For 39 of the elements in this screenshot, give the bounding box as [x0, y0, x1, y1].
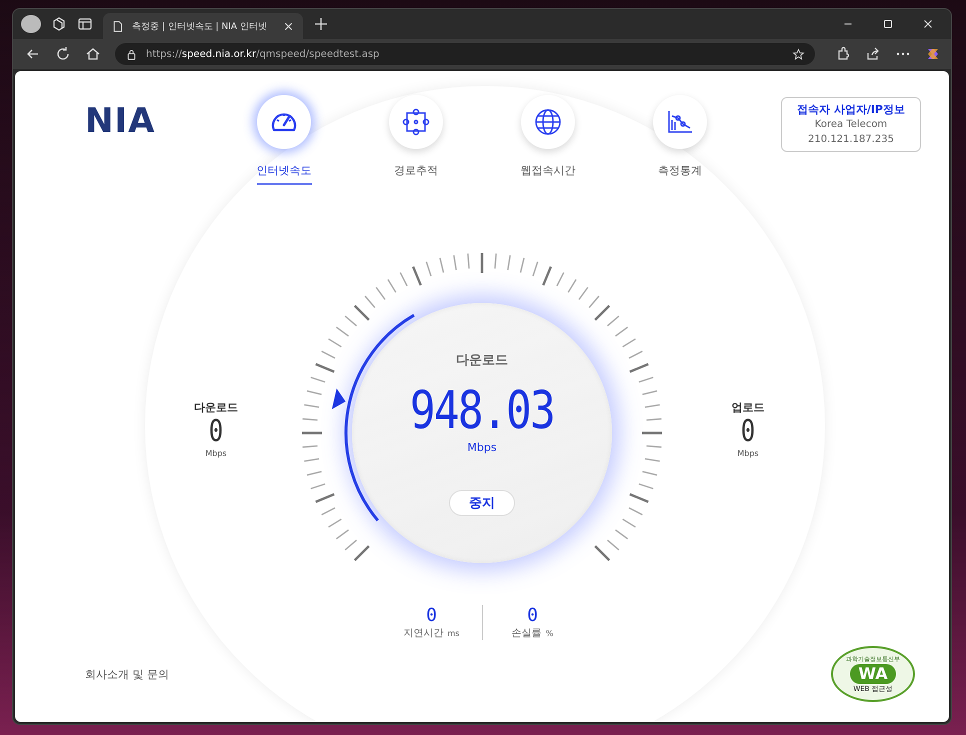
star-icon[interactable]: [792, 48, 805, 60]
tab-actions-icon[interactable]: [77, 16, 93, 32]
profile-icon[interactable]: [21, 15, 41, 33]
stat-unit: Mbps: [205, 449, 227, 458]
speed-value: 948.03: [410, 381, 554, 441]
isp-name: Korea Telecom: [814, 118, 888, 132]
lock-icon: [125, 48, 138, 60]
needle-pointer: [332, 388, 346, 410]
url-text: https://speed.nia.or.kr/qmspeed/speedtest.asp: [146, 48, 380, 60]
stat-value: 0: [527, 605, 538, 626]
share-icon[interactable]: [865, 46, 881, 62]
stop-button[interactable]: 중지: [449, 490, 515, 516]
badge-mark: WA: [850, 664, 896, 684]
home-icon[interactable]: [85, 46, 101, 62]
browser-tab[interactable]: 측정중 | 인터넷속도 | NIA 인터넷: [103, 13, 303, 39]
stat-label: 지연시간: [404, 627, 444, 640]
stat-unit: Mbps: [737, 449, 759, 458]
stat-value: 0: [426, 605, 437, 626]
stat-label: 다운로드: [194, 400, 238, 415]
stat-label: 업로드: [732, 400, 764, 415]
logo[interactable]: NIA: [85, 101, 255, 141]
address-bar[interactable]: https://speed.nia.or.kr/qmspeed/speedtest.asp: [115, 43, 815, 65]
footer-link[interactable]: 회사소개 및 문의: [85, 666, 169, 682]
stat-label: 손실률: [512, 627, 542, 640]
stat-value: 0: [208, 415, 224, 449]
workspaces-icon[interactable]: [51, 16, 67, 32]
stat-unit: ms: [448, 629, 460, 638]
tab-title: 측정중 | 인터넷속도 | NIA 인터넷: [132, 20, 268, 32]
speed-unit: Mbps: [467, 441, 497, 454]
stat-value: 0: [740, 415, 756, 449]
gauge-label: 다운로드: [456, 352, 508, 369]
refresh-icon[interactable]: [55, 46, 71, 62]
stat-unit: %: [546, 629, 554, 638]
page-icon: [111, 20, 124, 32]
maximize-icon[interactable]: [881, 17, 895, 31]
new-tab-icon[interactable]: [313, 16, 329, 32]
network-nodes-icon: [400, 106, 432, 138]
info-title: 접속자 사업자/IP정보: [796, 102, 906, 117]
ip-address: 210.121.187.235: [807, 133, 895, 147]
